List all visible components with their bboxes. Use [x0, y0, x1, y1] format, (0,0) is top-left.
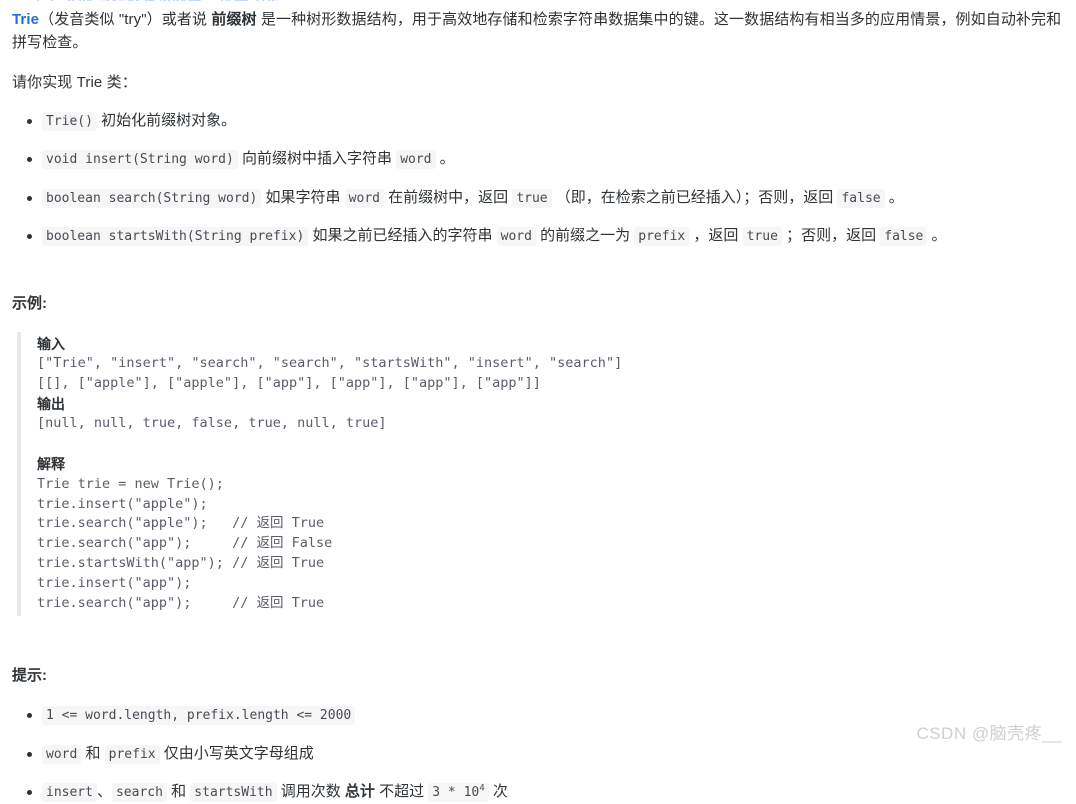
example-output-value: [null, null, true, false, true, null, tr… — [37, 415, 387, 432]
api-item-search-text-1: 如果字符串 — [261, 188, 345, 206]
api-item-startswith-tail: 。 — [927, 227, 947, 245]
example-title: 示例: — [12, 294, 47, 312]
hint-calls-text-4: 不超过 — [374, 783, 429, 801]
hints-title: 提示: — [12, 667, 47, 685]
hint-item-charset: word 和 prefix 仅由小写英文字母组成 — [12, 743, 1064, 766]
clipped-top-text: 一 上 CSDN 专栏收录该内容 .. 说明 Trie — [12, 0, 280, 1]
code-call-limit-base: 3 * 10 — [432, 785, 480, 801]
api-item-insert-tail: 。 — [435, 150, 455, 168]
code-true-2: true — [742, 227, 782, 247]
api-list: Trie() 初始化前缀树对象。 void insert(String word… — [12, 110, 1064, 248]
api-item-startswith-text-4: ；否则，返回 — [781, 227, 881, 245]
code-prefix-2: prefix — [104, 744, 160, 764]
api-item-startswith-text-2: 的前缀之一为 — [535, 227, 635, 245]
hint-calls-text-2: 和 — [166, 783, 191, 801]
api-item-search-text-3: （即，在检索之前已经插入）；否则，返回 — [551, 188, 838, 206]
code-prefix-1: prefix — [634, 227, 690, 247]
code-search-1: search — [111, 783, 167, 803]
code-call-limit: 3 * 104 — [428, 783, 489, 803]
api-item-startswith-text-1: 如果之前已经插入的字符串 — [308, 227, 497, 245]
hint-charset-text-1: 和 — [81, 744, 105, 762]
api-item-search: boolean search(String word) 如果字符串 word 在… — [12, 187, 1064, 210]
intro-before-bold: （发音类似 "try"）或者说 — [39, 11, 212, 28]
hint-calls-text-1: 、 — [96, 783, 112, 801]
code-search-signature: boolean search(String word) — [42, 188, 262, 208]
hint-charset-tail: 仅由小写英文字母组成 — [159, 744, 314, 762]
clipped-top-line: 一 上 CSDN 专栏收录该内容 .. 说明 Trie — [12, 0, 1062, 1]
hints-list: 1 <= word.length, prefix.length <= 2000 … — [12, 704, 1064, 804]
api-item-startswith: boolean startsWith(String prefix) 如果之前已经… — [12, 225, 1064, 248]
code-call-limit-exponent: 4 — [479, 784, 485, 794]
code-length-constraint: 1 <= word.length, prefix.length <= 2000 — [42, 706, 356, 726]
code-true-1: true — [512, 188, 552, 208]
example-explain-label: 解释 — [37, 456, 65, 473]
example-explain-value: Trie trie = new Trie(); trie.insert("app… — [37, 475, 333, 612]
api-item-constructor: Trie() 初始化前缀树对象。 — [12, 110, 1064, 133]
example-output-label: 输出 — [37, 395, 65, 412]
csdn-watermark: CSDN @脑壳疼__ — [916, 723, 1062, 743]
api-item-search-tail: 。 — [884, 188, 904, 206]
hint-calls-text-3: 调用次数 — [276, 783, 345, 801]
code-startswith-signature: boolean startsWith(String prefix) — [42, 227, 309, 247]
api-item-startswith-text-3: ，返回 — [689, 227, 743, 245]
example-input-value: ["Trie", "insert", "search", "search", "… — [37, 355, 623, 392]
hint-calls-bold: 总计 — [344, 783, 375, 801]
code-startswith-1: startsWith — [190, 783, 277, 803]
hint-item-calls: insert、 search 和 startsWith 调用次数 总计 不超过 3… — [12, 781, 1064, 804]
api-item-constructor-text: 初始化前缀树对象。 — [96, 111, 237, 129]
hint-calls-tail: 次 — [488, 783, 508, 801]
trie-link[interactable]: Trie — [12, 11, 39, 28]
implement-line: 请你实现 Trie 类： — [12, 73, 137, 91]
example-input-label: 输入 — [37, 335, 65, 352]
code-false-2: false — [880, 227, 928, 247]
code-word-4: word — [42, 744, 82, 764]
code-insert-1: insert — [42, 783, 97, 803]
intro-bold-term: 前缀树 — [211, 11, 257, 28]
example-spacer — [37, 434, 1064, 454]
api-item-search-text-2: 在前缀树中，返回 — [383, 188, 513, 206]
api-item-insert: void insert(String word) 向前缀树中插入字符串 word… — [12, 148, 1064, 171]
example-block: 输入 ["Trie", "insert", "search", "search"… — [17, 331, 1064, 617]
code-word-3: word — [496, 227, 536, 247]
code-trie-constructor: Trie() — [42, 111, 97, 131]
api-item-insert-text: 向前缀树中插入字符串 — [237, 150, 397, 168]
code-false-1: false — [837, 188, 885, 208]
code-word-2: word — [344, 188, 384, 208]
code-insert-signature: void insert(String word) — [42, 150, 238, 170]
problem-description-page: 一 上 CSDN 专栏收录该内容 .. 说明 Trie Trie（发音类似 "t… — [0, 0, 1076, 803]
hint-item-length: 1 <= word.length, prefix.length <= 2000 — [12, 704, 1064, 727]
code-word-1: word — [396, 150, 436, 170]
intro-paragraph: Trie（发音类似 "try"）或者说 前缀树 是一种树形数据结构，用于高效地存… — [12, 0, 1064, 55]
